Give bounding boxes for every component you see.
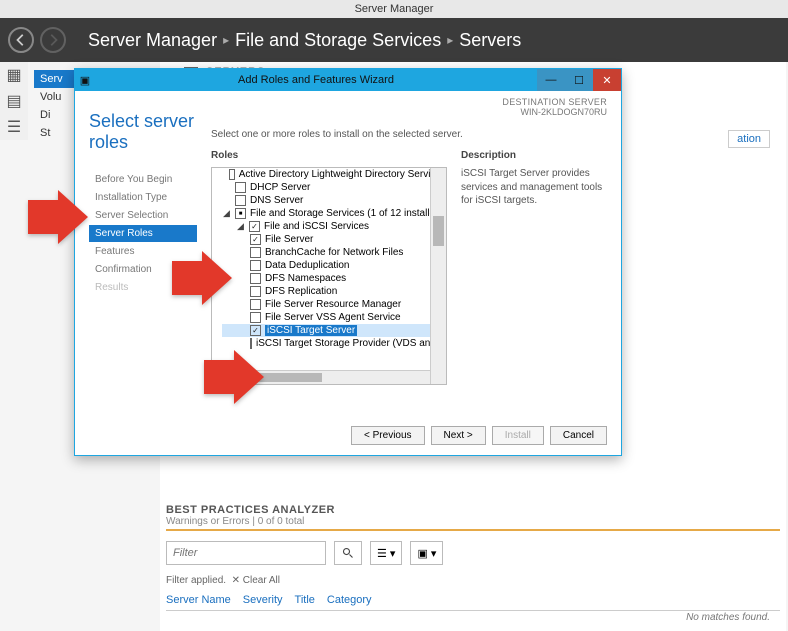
role-dhcp[interactable]: DHCP Server: [222, 181, 446, 194]
role-adlds[interactable]: Active Directory Lightweight Directory S…: [222, 168, 446, 181]
role-dfs-rep[interactable]: DFS Replication: [222, 285, 446, 298]
bpa-col-severity[interactable]: Severity: [243, 594, 283, 606]
nav-back-button[interactable]: [8, 27, 34, 53]
description-column: Description iSCSI Target Server provides…: [461, 150, 607, 385]
app-header: Server Manager ▸ File and Storage Servic…: [0, 18, 788, 62]
wizard-titlebar[interactable]: ▣ Add Roles and Features Wizard — ☐ ✕: [75, 69, 621, 91]
bpa-clear-all[interactable]: Clear All: [243, 575, 280, 586]
breadcrumb-root[interactable]: Server Manager: [88, 30, 217, 51]
role-branchcache[interactable]: BranchCache for Network Files: [222, 246, 446, 259]
bpa-subtitle: Warnings or Errors | 0 of 0 total: [166, 516, 780, 531]
bpa-col-title[interactable]: Title: [295, 594, 315, 606]
previous-button[interactable]: < Previous: [351, 426, 425, 445]
role-dedup[interactable]: Data Deduplication: [222, 259, 446, 272]
next-button[interactable]: Next >: [431, 426, 486, 445]
step-installation-type[interactable]: Installation Type: [89, 189, 197, 206]
side-action-button[interactable]: ation: [728, 130, 770, 148]
wizard-content: DESTINATION SERVER WIN-2KLDOGN70RU Selec…: [205, 91, 621, 455]
annotation-arrow-2: [172, 251, 232, 305]
bpa-filter-row: ☰ ▾ ▣ ▾: [166, 541, 780, 565]
step-server-selection[interactable]: Server Selection: [89, 207, 197, 224]
breadcrumb-level2[interactable]: Servers: [459, 30, 521, 51]
chevron-right-icon: ▸: [223, 33, 229, 47]
step-before-you-begin[interactable]: Before You Begin: [89, 171, 197, 188]
destination-value: WIN-2KLDOGN70RU: [502, 107, 607, 117]
maximize-button[interactable]: ☐: [565, 69, 593, 91]
bpa-col-servername[interactable]: Server Name: [166, 594, 231, 606]
wizard-dialog: ▣ Add Roles and Features Wizard — ☐ ✕ Se…: [74, 68, 622, 456]
bpa-options-dropdown[interactable]: ▣ ▾: [410, 541, 443, 565]
bpa-view-dropdown[interactable]: ☰ ▾: [370, 541, 402, 565]
step-server-roles[interactable]: Server Roles: [89, 225, 197, 242]
bpa-filter-applied: Filter applied. ✕ Clear All: [166, 575, 780, 586]
window-title: Server Manager: [355, 3, 434, 15]
arrow-left-icon: [14, 33, 28, 47]
chevron-right-icon: ▸: [447, 33, 453, 47]
minimize-button[interactable]: —: [537, 69, 565, 91]
wizard-instruction: Select one or more roles to install on t…: [211, 129, 607, 140]
bpa-applied-label: Filter applied.: [166, 575, 226, 586]
iconstrip-item-servers[interactable]: ▤: [0, 88, 28, 114]
icon-strip: ▦ ▤ ☰: [0, 62, 28, 140]
arrow-right-icon: [46, 33, 60, 47]
description-label: Description: [461, 150, 607, 161]
bpa-panel: BEST PRACTICES ANALYZER Warnings or Erro…: [166, 504, 780, 611]
role-iscsi-storage-provider[interactable]: iSCSI Target Storage Provider (VDS and V…: [222, 337, 446, 350]
wizard-heading: Select server roles: [89, 111, 197, 153]
annotation-arrow-3: [204, 350, 264, 404]
role-file-iscsi[interactable]: ◢File and iSCSI Services: [222, 220, 446, 233]
iconstrip-item-overview[interactable]: ▦: [0, 62, 28, 88]
role-vss-agent[interactable]: File Server VSS Agent Service: [222, 311, 446, 324]
window-titlebar: Server Manager: [0, 0, 788, 18]
destination-label: DESTINATION SERVER: [502, 97, 607, 107]
search-icon: [342, 547, 354, 559]
bpa-no-matches: No matches found.: [686, 612, 770, 623]
iconstrip-item-storage[interactable]: ☰: [0, 114, 28, 140]
wizard-title: Add Roles and Features Wizard: [95, 74, 537, 86]
role-file-server[interactable]: File Server: [222, 233, 446, 246]
description-text: iSCSI Target Server provides services an…: [461, 167, 607, 208]
role-dns[interactable]: DNS Server: [222, 194, 446, 207]
cancel-button[interactable]: Cancel: [550, 426, 607, 445]
role-file-storage[interactable]: ◢File and Storage Services (1 of 12 inst…: [222, 207, 446, 220]
role-fsrm[interactable]: File Server Resource Manager: [222, 298, 446, 311]
bpa-filter-input[interactable]: [166, 541, 326, 565]
bpa-search-button[interactable]: [334, 541, 362, 565]
close-button[interactable]: ✕: [593, 69, 621, 91]
breadcrumb: Server Manager ▸ File and Storage Servic…: [88, 30, 521, 51]
bpa-column-headers: Server Name Severity Title Category: [166, 594, 780, 611]
nav-forward-button[interactable]: [40, 27, 66, 53]
annotation-arrow-1: [28, 190, 88, 244]
role-iscsi-target-server[interactable]: iSCSI Target Server: [222, 324, 446, 337]
roles-label: Roles: [211, 150, 447, 161]
bpa-col-category[interactable]: Category: [327, 594, 372, 606]
install-button: Install: [492, 426, 544, 445]
breadcrumb-level1[interactable]: File and Storage Services: [235, 30, 441, 51]
vertical-scrollbar[interactable]: [430, 168, 446, 384]
role-dfs-ns[interactable]: DFS Namespaces: [222, 272, 446, 285]
wizard-app-icon: ▣: [75, 74, 95, 87]
bpa-title: BEST PRACTICES ANALYZER: [166, 504, 780, 516]
wizard-button-row: < Previous Next > Install Cancel: [351, 426, 607, 445]
destination-server: DESTINATION SERVER WIN-2KLDOGN70RU: [502, 97, 607, 117]
